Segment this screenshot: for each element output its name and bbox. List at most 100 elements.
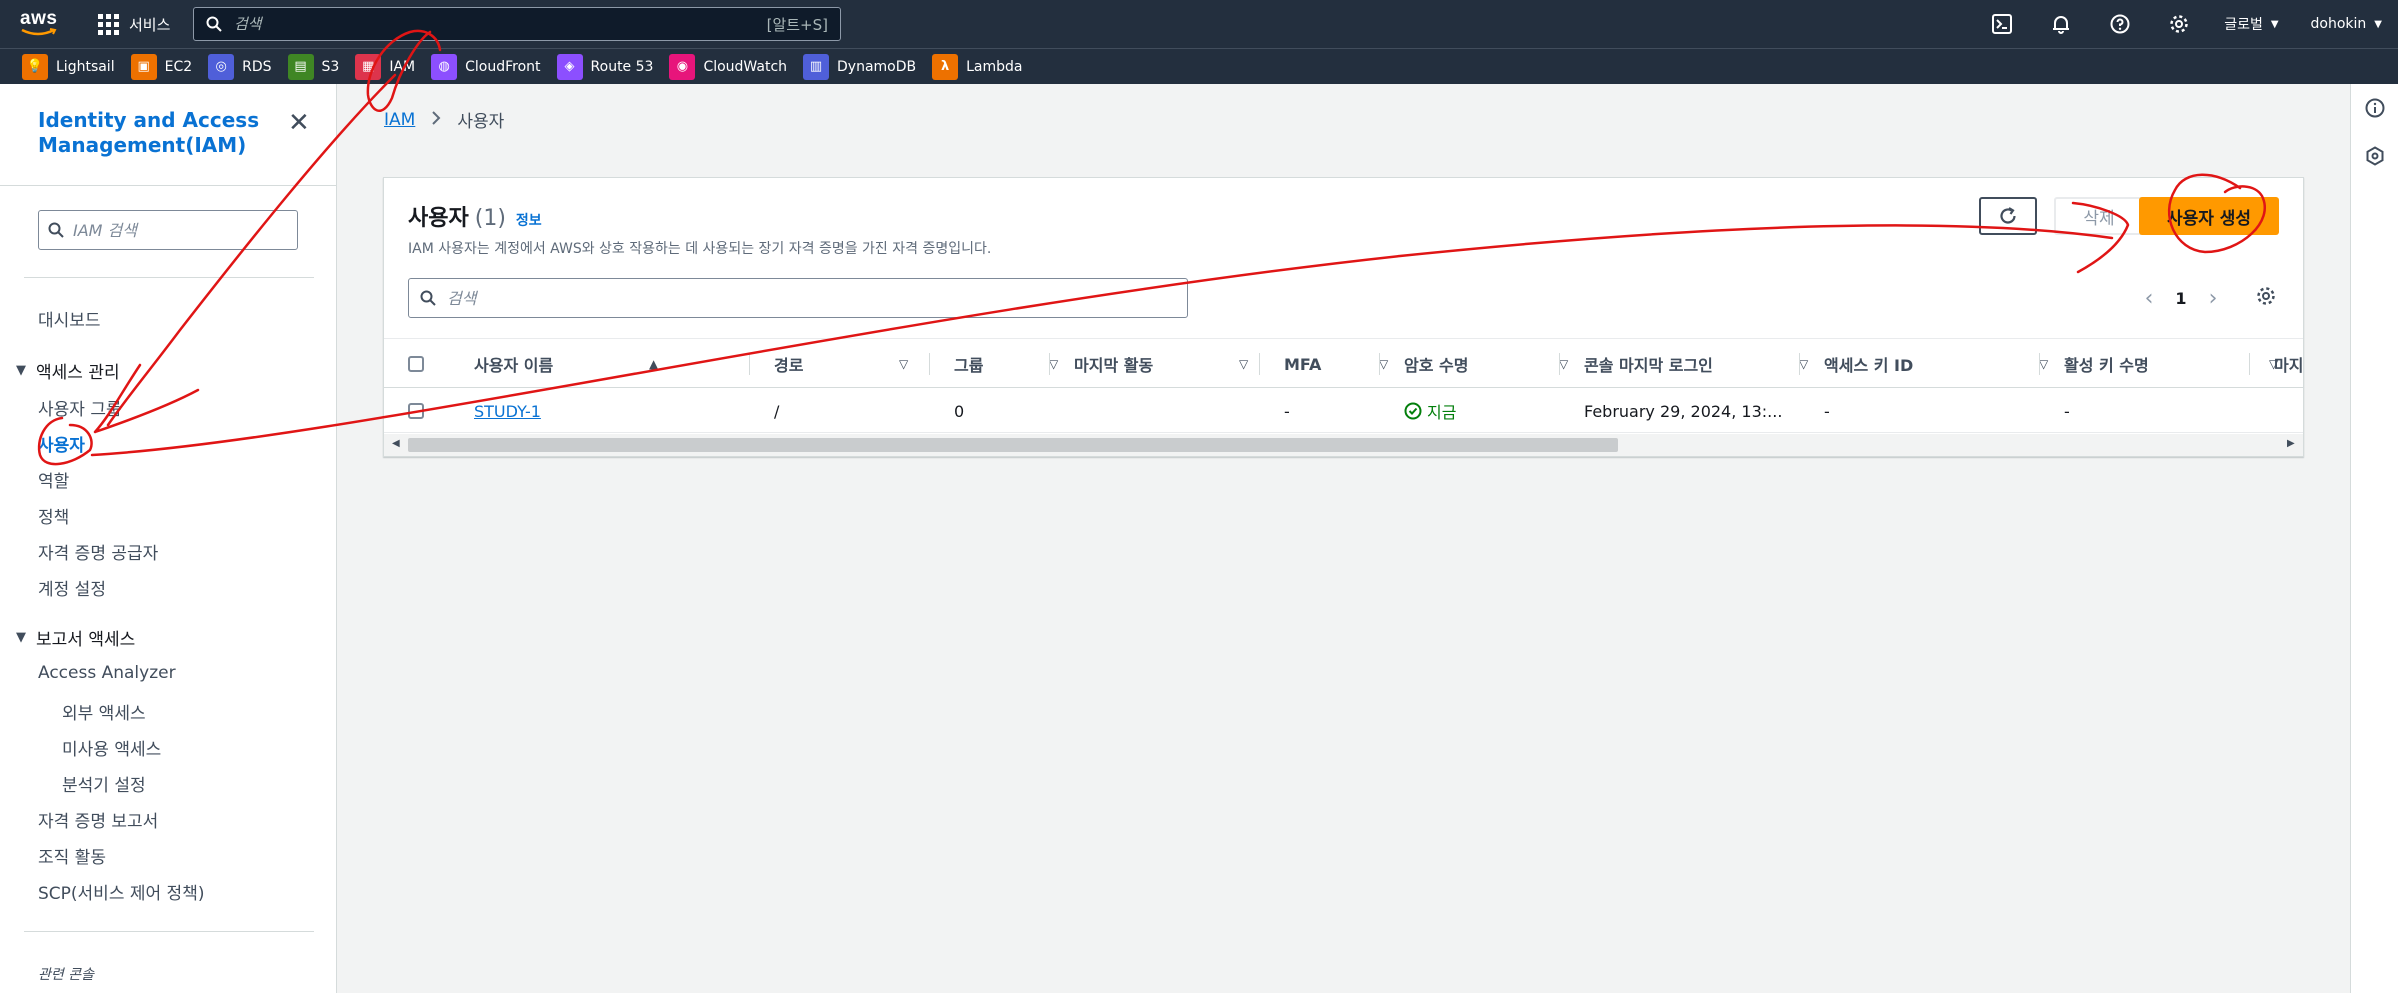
- scroll-thumb[interactable]: [408, 438, 1618, 452]
- sidebar-item-access-analyzer[interactable]: Access Analyzer: [38, 663, 176, 683]
- sidebar-item-dashboard[interactable]: 대시보드: [38, 306, 101, 331]
- favorite-cloudwatch[interactable]: ◉ CloudWatch: [669, 53, 787, 80]
- delete-button[interactable]: 삭제: [2054, 197, 2144, 235]
- sidebar-item-identity-providers[interactable]: 자격 증명 공급자: [38, 539, 158, 564]
- favorite-s3[interactable]: ▤ S3: [287, 53, 339, 80]
- divider: [0, 185, 337, 186]
- column-divider: [1559, 353, 1560, 375]
- services-menu-button[interactable]: 서비스: [98, 10, 170, 38]
- chevron-left-icon[interactable]: ‹: [2134, 286, 2164, 311]
- table-header: 사용자 이름 ▲ 경로 ▽ 그룹 ▽ 마지막 활동 ▽ MFA ▽ 암호 수명 ▽ 콘솔 마…: [384, 338, 2303, 388]
- global-search[interactable]: [알트+S]: [193, 7, 841, 41]
- pagination: ‹ 1 ›: [2134, 286, 2228, 311]
- sidebar-item-users[interactable]: 사용자: [38, 431, 85, 456]
- grid-icon: [98, 13, 119, 35]
- users-search-input[interactable]: [447, 288, 1147, 308]
- annotation-overlay: [37, 29, 2266, 466]
- favorite-cloudfront[interactable]: ◍ CloudFront: [431, 53, 541, 80]
- cloudshell-icon[interactable]: [1972, 0, 2031, 48]
- help-icon[interactable]: [2090, 0, 2149, 48]
- breadcrumb-iam-link[interactable]: IAM: [384, 110, 415, 130]
- column-header-active-key-age[interactable]: 활성 키 수명 ▽: [2064, 339, 2294, 389]
- sidebar-item-credential-report[interactable]: 자격 증명 보고서: [38, 807, 158, 832]
- favorite-rds[interactable]: ◎ RDS: [208, 53, 272, 80]
- sidebar-item-unused-access[interactable]: 미사용 액세스: [62, 735, 161, 760]
- users-description: IAM 사용자는 계정에서 AWS와 상호 작용하는 데 사용되는 장기 자격 …: [408, 241, 992, 257]
- settings-icon[interactable]: [2149, 0, 2208, 48]
- column-header-username[interactable]: 사용자 이름 ▲: [474, 339, 674, 389]
- filter-icon: ▽: [1049, 357, 1059, 371]
- region-selector[interactable]: 글로벌 ▼: [2208, 14, 2294, 34]
- column-header-path[interactable]: 경로 ▽: [774, 339, 924, 389]
- info-link[interactable]: 정보: [516, 210, 542, 230]
- users-search[interactable]: [408, 278, 1188, 318]
- favorite-label: Route 53: [590, 58, 654, 75]
- ec2-icon: ▣: [130, 53, 157, 80]
- filter-icon: ▽: [1799, 357, 1809, 371]
- account-menu[interactable]: dohokin ▼: [2295, 16, 2398, 32]
- sidebar-item-analyzer-settings[interactable]: 분석기 설정: [62, 771, 146, 796]
- column-header-groups[interactable]: 그룹 ▽: [954, 339, 1074, 389]
- sidebar-search-input[interactable]: [73, 220, 273, 240]
- column-header-access-key-id[interactable]: 액세스 키 ID ▽: [1824, 339, 2064, 389]
- scroll-right-icon[interactable]: ▶: [2287, 438, 2295, 449]
- column-header-last-activity[interactable]: 마지막 활동 ▽: [1074, 339, 1264, 389]
- favorite-dynamodb[interactable]: ▥ DynamoDB: [803, 53, 916, 80]
- column-header-last-used[interactable]: 마지: [2274, 339, 2303, 389]
- row-checkbox[interactable]: [408, 403, 424, 419]
- sidebar-item-account-settings[interactable]: 계정 설정: [38, 575, 106, 600]
- lambda-icon: λ: [932, 53, 959, 80]
- close-icon[interactable]: ✕: [288, 110, 310, 136]
- favorite-route-53[interactable]: ◈ Route 53: [556, 53, 654, 80]
- favorite-label: EC2: [164, 58, 193, 75]
- chevron-right-icon[interactable]: ›: [2198, 286, 2228, 311]
- sidebar-item-scp[interactable]: SCP(서비스 제어 정책): [38, 879, 204, 904]
- refresh-button[interactable]: [1979, 197, 2037, 235]
- section-label: 액세스 관리: [36, 363, 120, 383]
- favorite-lightsail[interactable]: 💡 Lightsail: [22, 53, 115, 80]
- column-header-password-age[interactable]: 암호 수명 ▽: [1404, 339, 1584, 389]
- global-search-input[interactable]: [234, 15, 767, 33]
- column-header-console-last-login[interactable]: 콘솔 마지막 로그인 ▽: [1584, 339, 1824, 389]
- sort-ascending-icon: ▲: [649, 357, 659, 371]
- sidebar-title[interactable]: Identity and Access Management(IAM): [38, 108, 278, 158]
- sidebar-item-roles[interactable]: 역할: [38, 467, 69, 492]
- table-row[interactable]: STUDY-1 / 0 - 지금 February 29, 2024, 13:.…: [384, 389, 2303, 433]
- hexagon-icon[interactable]: [2365, 146, 2385, 166]
- select-all-checkbox[interactable]: [408, 356, 424, 372]
- sidebar-item-policies[interactable]: 정책: [38, 503, 69, 528]
- sidebar-item-organization-activity[interactable]: 조직 활동: [38, 843, 106, 868]
- password-age-status: 지금: [1404, 399, 1456, 423]
- notifications-icon[interactable]: [2031, 0, 2090, 48]
- services-label: 서비스: [129, 15, 171, 34]
- password-age-value: 지금: [1427, 403, 1457, 422]
- s3-icon: ▤: [287, 53, 314, 80]
- account-label: dohokin: [2310, 16, 2367, 32]
- favorite-iam[interactable]: ▦ IAM: [355, 53, 416, 80]
- cloudfront-icon: ◍: [431, 53, 458, 80]
- column-header-mfa[interactable]: MFA ▽: [1284, 339, 1404, 389]
- horizontal-scrollbar[interactable]: ◀ ▶: [384, 434, 2303, 456]
- lightsail-icon: 💡: [22, 53, 48, 80]
- scroll-left-icon[interactable]: ◀: [392, 438, 400, 449]
- sidebar-section-access-reports[interactable]: ▼ 보고서 액세스: [16, 625, 135, 650]
- username-link[interactable]: STUDY-1: [474, 402, 541, 421]
- favorite-label: IAM: [389, 58, 416, 75]
- sidebar-item-user-groups[interactable]: 사용자 그룹: [38, 395, 122, 420]
- page-number[interactable]: 1: [2164, 289, 2198, 308]
- sidebar-section-access-management[interactable]: ▼ 액세스 관리: [16, 358, 120, 383]
- aws-logo[interactable]: aws: [20, 8, 60, 40]
- create-user-button[interactable]: 사용자 생성: [2139, 197, 2279, 235]
- info-icon[interactable]: [2365, 98, 2385, 118]
- sidebar-search[interactable]: [38, 210, 298, 250]
- favorite-ec2[interactable]: ▣ EC2: [130, 53, 193, 80]
- column-divider: [2249, 353, 2250, 375]
- sidebar-item-external-access[interactable]: 외부 액세스: [62, 699, 146, 724]
- console-last-login-cell: February 29, 2024, 13:...: [1584, 401, 1783, 421]
- favorite-lambda[interactable]: λ Lambda: [932, 53, 1023, 80]
- settings-icon[interactable]: [2256, 286, 2276, 310]
- chevron-right-icon: [431, 110, 441, 130]
- search-icon: [409, 290, 447, 306]
- caret-down-icon: ▼: [2374, 18, 2382, 30]
- groups-cell: 0: [954, 401, 965, 421]
